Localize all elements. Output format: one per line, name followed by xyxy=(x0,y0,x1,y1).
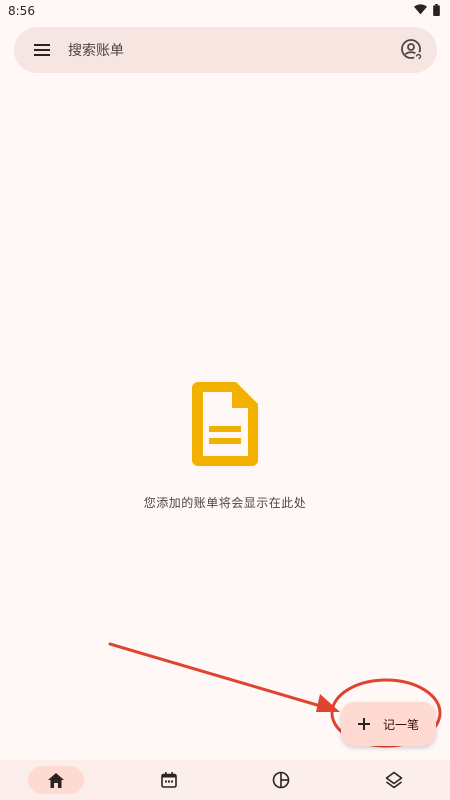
empty-message: 您添加的账单将会显示在此处 xyxy=(143,496,307,510)
bottom-navigation xyxy=(0,760,450,800)
plus-icon xyxy=(355,715,373,733)
annotation-arrowhead xyxy=(316,694,340,712)
add-record-button[interactable]: 记一笔 xyxy=(341,702,436,746)
nav-item-layers[interactable] xyxy=(366,766,422,794)
chart-pie-icon xyxy=(272,771,290,789)
layers-icon xyxy=(385,771,403,789)
wifi-icon xyxy=(414,4,427,18)
nav-item-home[interactable] xyxy=(28,766,85,794)
home-icon xyxy=(48,772,65,788)
status-time: 8:56 xyxy=(8,4,35,18)
nav-item-calendar[interactable] xyxy=(141,766,197,794)
nav-item-statistics[interactable] xyxy=(253,766,309,794)
account-sync-icon[interactable] xyxy=(399,37,425,63)
search-bar[interactable]: 搜索账单 xyxy=(14,27,437,73)
menu-icon[interactable] xyxy=(30,38,54,62)
status-icons xyxy=(414,3,440,19)
add-record-label: 记一笔 xyxy=(383,717,420,732)
calendar-icon xyxy=(160,772,177,788)
empty-state: 您添加的账单将会显示在此处 xyxy=(0,380,450,511)
document-icon xyxy=(192,382,258,466)
status-bar: 8:56 xyxy=(0,0,450,22)
annotation-arrow xyxy=(108,642,336,712)
search-input[interactable]: 搜索账单 xyxy=(68,40,399,60)
battery-icon xyxy=(433,3,440,19)
